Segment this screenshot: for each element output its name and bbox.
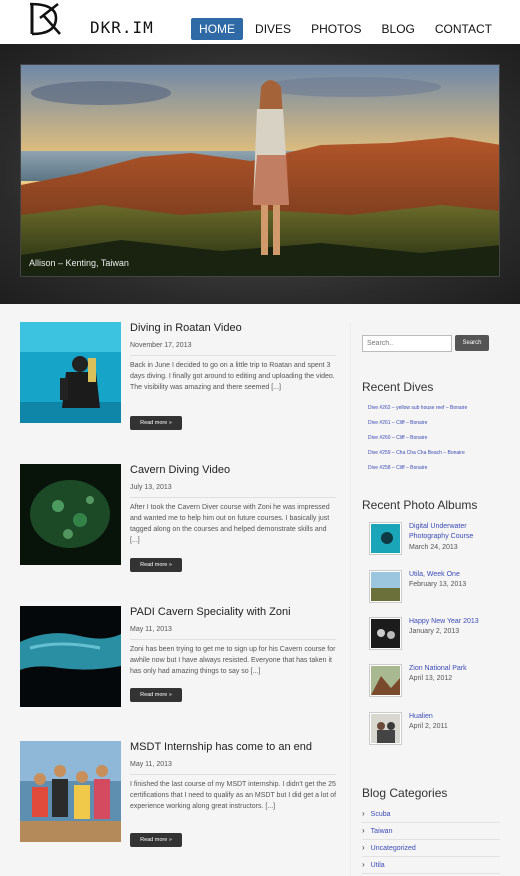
search-input[interactable] — [362, 335, 452, 352]
recent-albums-heading: Recent Photo Albums — [362, 498, 478, 512]
search-button[interactable]: Search — [455, 335, 489, 351]
category-link[interactable]: › Scuba — [362, 806, 500, 823]
nav-photos[interactable]: PHOTOS — [303, 18, 369, 40]
album-item[interactable]: Hualien April 2, 2011 — [368, 712, 508, 750]
post-title[interactable]: Cavern Diving Video — [130, 464, 230, 476]
read-more-button[interactable]: Read more » — [130, 688, 182, 702]
site-logo[interactable]: DKR.IM — [26, 0, 153, 40]
album-thumbnail[interactable] — [369, 617, 402, 650]
post-thumbnail[interactable] — [20, 606, 121, 707]
album-item[interactable]: Utila, Week One February 13, 2013 — [368, 570, 508, 608]
chevron-right-icon: › — [362, 809, 365, 818]
nav-contact[interactable]: CONTACT — [427, 18, 500, 40]
post-card: MSDT Internship has come to an end May 1… — [20, 741, 340, 871]
site-header: DKR.IM HOME DIVES PHOTOS BLOG CONTACT — [0, 0, 520, 44]
slide-image[interactable]: Allison – Kenting, Taiwan — [20, 64, 500, 277]
category-label[interactable]: Utila — [371, 862, 385, 869]
album-name[interactable]: Hualien — [409, 712, 499, 722]
album-thumbnail[interactable] — [369, 522, 402, 555]
album-item[interactable]: Zion National Park April 13, 2012 — [368, 664, 508, 702]
column-divider — [350, 322, 351, 876]
main-nav: HOME DIVES PHOTOS BLOG CONTACT — [191, 18, 500, 40]
album-item[interactable]: Digital Underwater Photography Course Ma… — [368, 522, 508, 560]
post-title[interactable]: PADI Cavern Speciality with Zoni — [130, 606, 291, 618]
recent-dives-heading: Recent Dives — [362, 380, 434, 394]
album-thumbnail[interactable] — [369, 570, 402, 603]
post-title[interactable]: MSDT Internship has come to an end — [130, 741, 312, 753]
post-thumbnail[interactable] — [20, 322, 121, 423]
post-thumbnail[interactable] — [20, 741, 121, 842]
album-item[interactable]: Happy New Year 2013 January 2, 2013 — [368, 617, 508, 655]
slide-caption: Allison – Kenting, Taiwan — [29, 258, 129, 268]
post-excerpt: After I took the Cavern Diver course wit… — [130, 504, 330, 544]
post-excerpt: Back in June I decided to go on a little… — [130, 362, 335, 391]
recent-dive-link[interactable]: Dive #262 – yellow sub house reef – Bona… — [368, 405, 467, 411]
cavern-photo — [20, 464, 121, 565]
cavern-specialty-photo — [20, 606, 121, 707]
post-date: May 11, 2013 — [130, 626, 336, 640]
nav-dives[interactable]: DIVES — [247, 18, 299, 40]
diver-photo — [20, 322, 121, 423]
album-thumbnail[interactable] — [369, 712, 402, 745]
post-card: Diving in Roatan Video November 17, 2013… — [20, 322, 340, 442]
landscape-photo — [21, 65, 499, 276]
logo-mark-icon — [29, 2, 61, 36]
chevron-right-icon: › — [362, 843, 365, 852]
album-name[interactable]: Digital Underwater Photography Course — [409, 522, 499, 542]
logo-text: DKR.IM — [90, 18, 154, 37]
album-date: April 2, 2011 — [409, 723, 448, 730]
album-date: February 13, 2013 — [409, 581, 467, 588]
post-card: Cavern Diving Video July 13, 2013 After … — [20, 464, 340, 584]
post-date: November 17, 2013 — [130, 342, 336, 356]
album-thumbnail[interactable] — [369, 664, 402, 697]
read-more-button[interactable]: Read more » — [130, 416, 182, 430]
post-excerpt: I finished the last course of my MSDT in… — [130, 781, 337, 810]
album-name[interactable]: Zion National Park — [409, 664, 499, 674]
post-date: May 11, 2013 — [130, 761, 336, 775]
category-label[interactable]: Uncategorized — [371, 845, 416, 852]
recent-dive-link[interactable]: Dive #260 – Cliff – Bonaire — [368, 435, 427, 441]
post-excerpt: Zoni has been trying to get me to sign u… — [130, 646, 336, 675]
category-link[interactable]: › Taiwan — [362, 823, 500, 840]
post-date: July 13, 2013 — [130, 484, 336, 498]
recent-dive-link[interactable]: Dive #259 – Cha Cha Cha Beach – Bonaire — [368, 450, 465, 456]
nav-blog[interactable]: BLOG — [374, 18, 423, 40]
recent-dive-link[interactable]: Dive #261 – Cliff – Bonaire — [368, 420, 427, 426]
nav-home[interactable]: HOME — [191, 18, 244, 40]
album-name[interactable]: Utila, Week One — [409, 570, 499, 580]
category-link[interactable]: › Utila — [362, 857, 500, 874]
featured-slider: Allison – Kenting, Taiwan — [0, 44, 520, 304]
read-more-button[interactable]: Read more » — [130, 833, 182, 847]
group-photo — [20, 741, 121, 842]
category-label[interactable]: Scuba — [371, 811, 391, 818]
recent-dive-link[interactable]: Dive #258 – Cliff – Bonaire — [368, 465, 427, 471]
category-link[interactable]: › Uncategorized — [362, 840, 500, 857]
album-name[interactable]: Happy New Year 2013 — [409, 617, 499, 627]
chevron-right-icon: › — [362, 826, 365, 835]
album-date: April 13, 2012 — [409, 675, 453, 682]
album-date: January 2, 2013 — [409, 628, 460, 635]
category-label[interactable]: Taiwan — [371, 828, 393, 835]
blog-categories-heading: Blog Categories — [362, 786, 448, 800]
read-more-button[interactable]: Read more » — [130, 558, 182, 572]
post-thumbnail[interactable] — [20, 464, 121, 565]
post-title[interactable]: Diving in Roatan Video — [130, 322, 242, 334]
post-card: PADI Cavern Speciality with Zoni May 11,… — [20, 606, 340, 726]
album-date: March 24, 2013 — [409, 544, 458, 551]
chevron-right-icon: › — [362, 860, 365, 869]
